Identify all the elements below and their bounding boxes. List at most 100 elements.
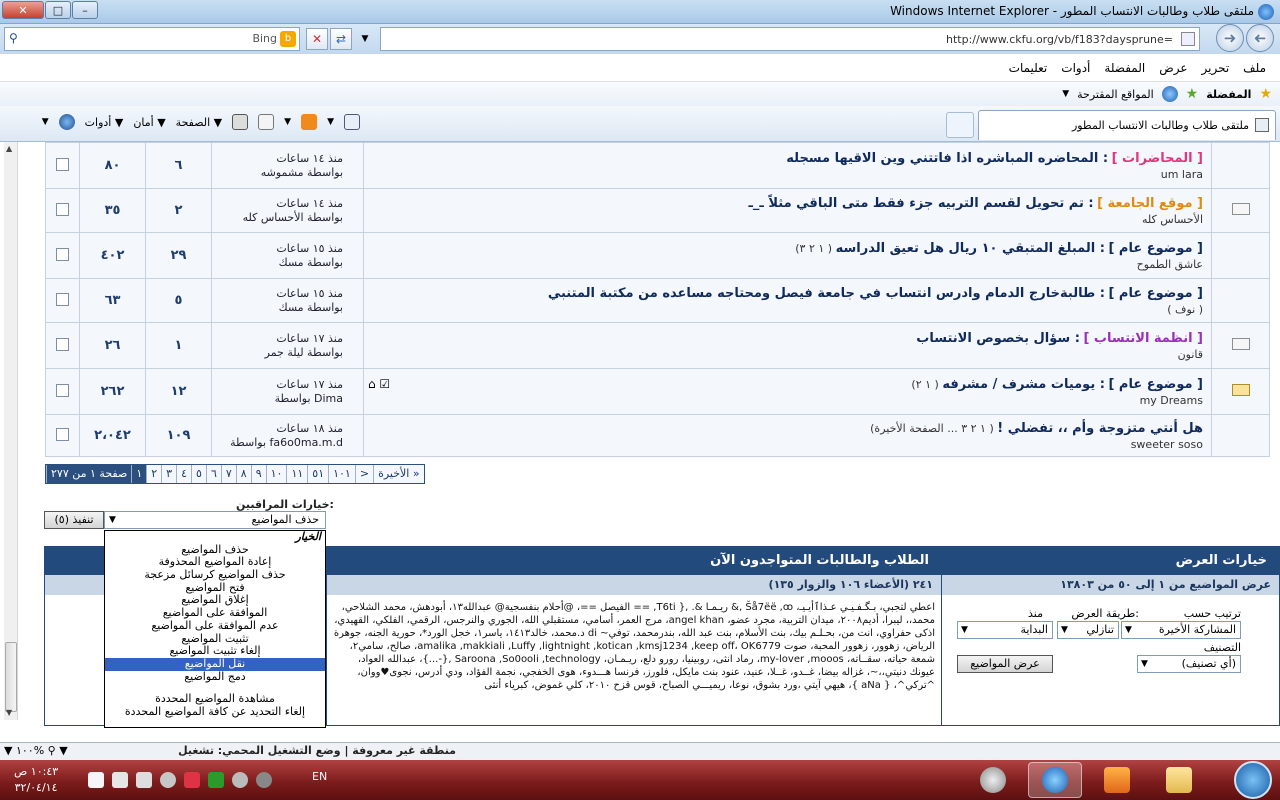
thread-checkbox[interactable] — [56, 202, 69, 216]
refresh-icon[interactable]: ⇄ — [330, 28, 352, 50]
moderation-option[interactable]: إلغاء التحديد عن كافة المواضيع المحددة — [105, 705, 325, 719]
last-post-author[interactable]: بواسطة fa6o0ma.m.d — [212, 436, 343, 450]
page-link[interactable]: ٩ — [250, 465, 266, 483]
add-favorite-icon[interactable]: ★ — [1186, 86, 1199, 102]
thread-checkbox[interactable] — [56, 337, 69, 351]
select-checkbox-cell[interactable] — [45, 322, 80, 369]
thread-title-link[interactable]: سؤال بخصوص الانتساب — [916, 331, 1070, 346]
thread-author[interactable]: my Dreams — [370, 394, 1203, 407]
mail-icon[interactable] — [258, 114, 275, 130]
moderation-option[interactable]: إلغاء تثبيت المواضيع — [105, 644, 325, 658]
maximize-window-button[interactable]: □ — [45, 1, 71, 19]
menu-file[interactable]: ملف — [1243, 61, 1266, 75]
page-link[interactable]: ١١ — [286, 465, 308, 483]
menu-tools[interactable]: أدوات — [1061, 61, 1090, 75]
rss-icon[interactable] — [301, 114, 318, 130]
page-menu[interactable]: الصفحة ▼ — [176, 116, 222, 129]
last-post-author[interactable]: بواسطة الأحساس كله — [212, 211, 343, 225]
zoom-level[interactable]: ▼ ١٠٠% ⚲ ▼ — [4, 744, 68, 757]
page-link[interactable]: ٧ — [220, 465, 236, 483]
print-icon[interactable] — [232, 114, 249, 130]
page-link[interactable]: ٥١ — [307, 465, 329, 483]
thread-checkbox[interactable] — [56, 427, 69, 441]
thread-replies[interactable]: ١٠٩ — [145, 414, 212, 457]
menu-view[interactable]: عرض — [1159, 61, 1187, 75]
taskbar-ie-app[interactable] — [1028, 762, 1082, 798]
new-tab-button[interactable] — [946, 112, 974, 138]
home-icon[interactable] — [344, 114, 360, 130]
taskbar-media-app[interactable] — [966, 762, 1020, 798]
thread-replies[interactable]: ٢٩ — [145, 232, 212, 279]
thread-checkbox[interactable] — [56, 383, 69, 397]
page-link[interactable]: > — [354, 465, 374, 483]
moderation-option[interactable]: دمج المواضيع — [105, 670, 325, 684]
help-dropdown-icon[interactable]: ▼ — [42, 117, 49, 127]
page-link[interactable]: ٥ — [191, 465, 206, 483]
taskbar-player-app[interactable] — [1090, 762, 1144, 798]
select-checkbox-cell[interactable] — [45, 414, 80, 457]
taskbar-explorer-app[interactable] — [1152, 762, 1206, 798]
flag-icon[interactable] — [88, 772, 104, 788]
thread-replies[interactable]: ١٢ — [145, 368, 212, 415]
favorites-button[interactable]: المفضلة — [1206, 88, 1251, 101]
page-link[interactable]: ٣ — [161, 465, 177, 483]
menu-edit[interactable]: تحرير — [1202, 61, 1230, 75]
last-post-author[interactable]: بواسطة Dima — [212, 392, 343, 406]
minimize-window-button[interactable]: – — [72, 1, 98, 19]
tab-forum[interactable]: ملتقى طلاب وطالبات الانتساب المطور — [978, 110, 1276, 140]
back-button[interactable]: ➜ — [1246, 24, 1274, 52]
thread-author[interactable]: قانون — [370, 348, 1203, 361]
thread-title-link[interactable]: يوميات مشرف / مشرفه — [942, 377, 1095, 392]
close-window-button[interactable]: ✕ — [2, 1, 44, 19]
moderation-option[interactable]: نقل المواضيع — [105, 657, 325, 671]
select-checkbox-cell[interactable] — [45, 278, 80, 323]
thread-pages[interactable]: ( ١ ٢ ٣) — [795, 242, 832, 255]
moderation-option[interactable]: عدم الموافقة على المواضيع — [105, 619, 325, 633]
last-post-author[interactable]: بواسطة مسك — [212, 301, 343, 315]
last-post-author[interactable]: بواسطة ليلة جمر — [212, 346, 343, 360]
tools-menu[interactable]: أدوات ▼ — [85, 116, 124, 129]
rss-dropdown-icon[interactable]: ▼ — [284, 117, 291, 127]
thread-title-link[interactable]: طالبةخارج الدمام وادرس انتساب في جامعة ف… — [548, 286, 1095, 301]
thread-author[interactable]: sweeter soso — [370, 438, 1203, 451]
antivirus-icon[interactable] — [160, 772, 176, 788]
vertical-scrollbar[interactable]: ▲ ▼ — [4, 142, 18, 720]
select-checkbox-cell[interactable] — [45, 142, 80, 189]
thread-replies[interactable]: ٦ — [145, 142, 212, 189]
thread-title-link[interactable]: هل أنتي متزوجة وأم ،، تفضلي ! — [997, 421, 1203, 436]
moderation-select[interactable]: ▼ حذف المواضيع — [104, 511, 326, 529]
show-threads-button[interactable]: عرض المواضيع — [957, 655, 1053, 673]
bluetooth-icon[interactable] — [184, 772, 200, 788]
scrollbar-thumb[interactable] — [5, 642, 17, 712]
favorites-star-icon[interactable]: ★ — [1259, 86, 1272, 102]
page-link[interactable]: ٤ — [176, 465, 192, 483]
thread-author[interactable]: عاشق الطموح — [370, 258, 1203, 271]
safety-menu[interactable]: أمان ▼ — [133, 116, 165, 129]
help-icon[interactable] — [58, 114, 75, 130]
suggested-sites-dropdown-icon[interactable]: ▼ — [1062, 89, 1069, 99]
search-input[interactable]: ⚲ Bing b — [4, 27, 300, 51]
search-icon[interactable]: ⚲ — [9, 31, 18, 45]
moderation-option[interactable]: حذف المواضيع كرسائل مزعجة — [105, 568, 325, 582]
page-link[interactable]: الأخيرة » — [373, 465, 424, 483]
last-post-author[interactable]: بواسطة مشموشه — [212, 166, 343, 180]
page-link[interactable]: ١٠١ — [328, 465, 355, 483]
thread-replies[interactable]: ١ — [145, 322, 212, 369]
scroll-up-icon[interactable]: ▲ — [6, 144, 12, 153]
address-field[interactable]: http://www.ckfu.org/vb/f183?daysprune= — [380, 27, 1200, 51]
suggested-sites-link[interactable]: المواقع المقترحة — [1077, 88, 1154, 101]
forward-button[interactable]: ➜ — [1216, 24, 1244, 52]
last-post-author[interactable]: بواسطة مسك — [212, 256, 343, 270]
start-button[interactable] — [1234, 761, 1272, 799]
page-link[interactable]: ١٠ — [265, 465, 287, 483]
system-clock[interactable]: ١٠:٤٣ ص ٣٢/٠٤/١٤ — [14, 764, 58, 796]
moderation-go-button[interactable]: (٥) تنفيذ — [44, 511, 104, 529]
page-link[interactable]: ١ — [131, 465, 147, 483]
thread-checkbox[interactable] — [56, 157, 69, 171]
shield-icon[interactable] — [256, 772, 272, 788]
thread-author[interactable]: الأحساس كله — [370, 213, 1203, 226]
thread-pages[interactable]: ( ١ ٢ ٣ ... الصفحة الأخيرة) — [870, 422, 994, 435]
moderation-option[interactable]: الموافقة على المواضيع — [105, 606, 325, 620]
moderation-options-list[interactable]: الخيار حذف المواضيع إعادة المواضيع المحذو… — [104, 530, 326, 728]
messenger-icon[interactable] — [232, 772, 248, 788]
